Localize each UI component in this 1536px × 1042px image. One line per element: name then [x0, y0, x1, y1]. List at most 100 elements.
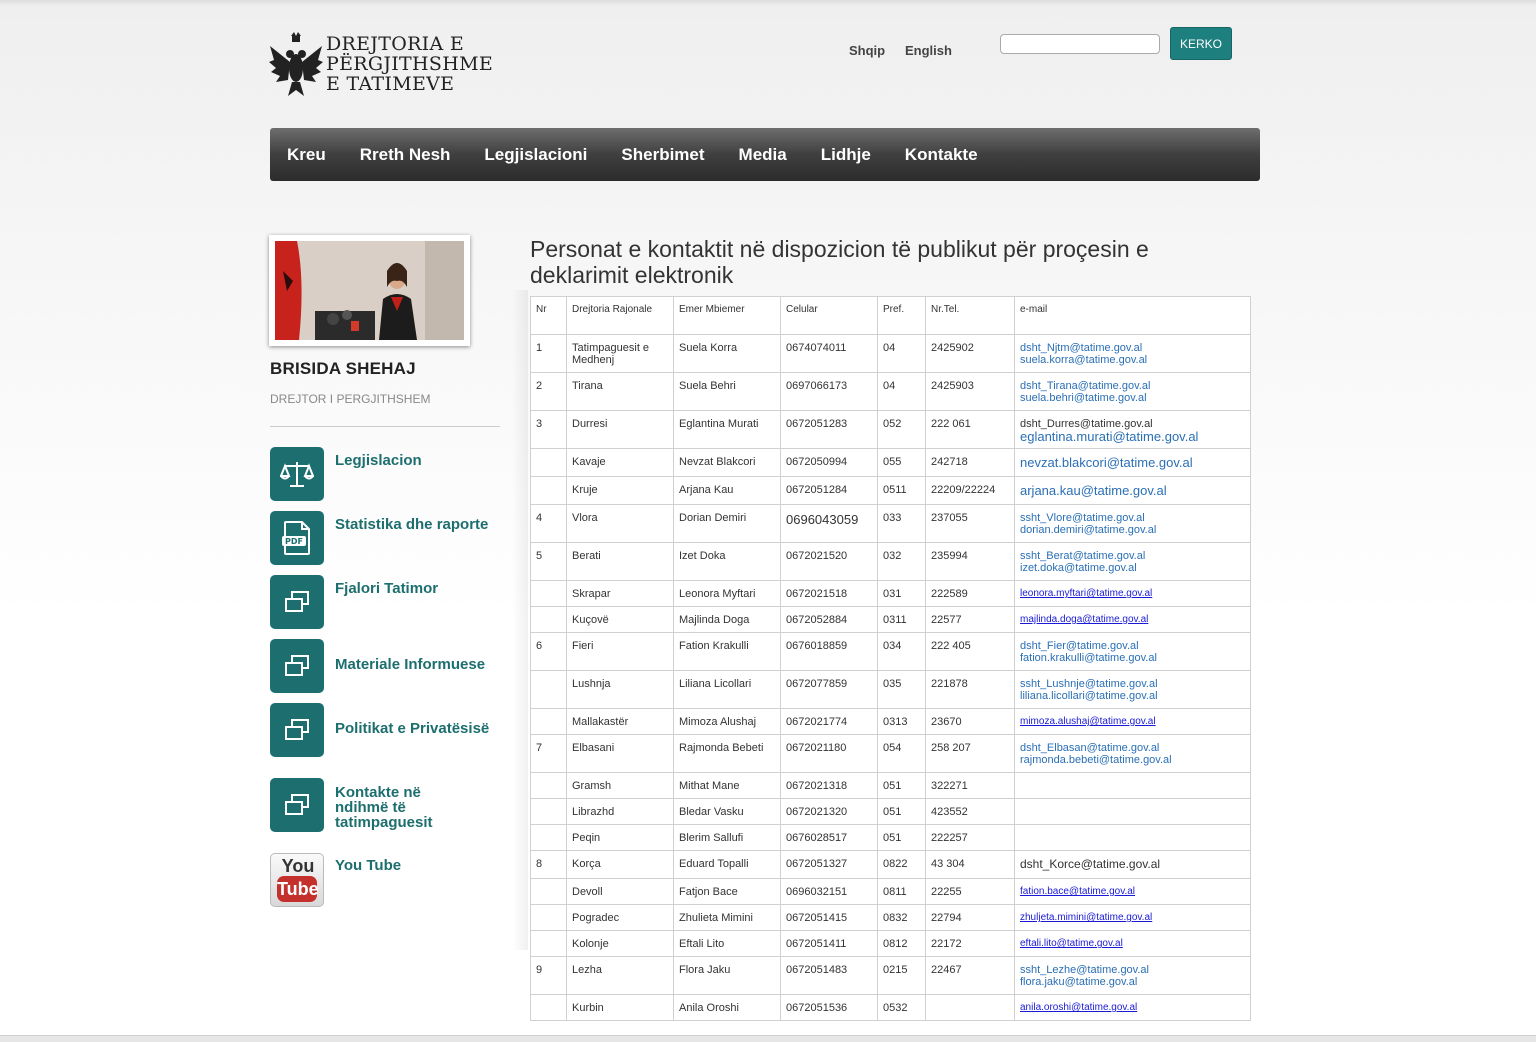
search-input[interactable]: [1000, 34, 1160, 54]
column-header: Drejtoria Rajonale: [566, 296, 674, 335]
nav-item-kontakte[interactable]: Kontakte: [905, 145, 978, 165]
column-header: Pref.: [877, 296, 926, 335]
lang-english-link[interactable]: English: [905, 43, 952, 58]
email-link[interactable]: ssht_Lushnje@tatime.gov.al: [1020, 678, 1245, 690]
email-link[interactable]: eftali.lito@tatime.gov.al: [1020, 938, 1245, 950]
cell-mobile: 0672077859: [780, 670, 878, 709]
sidebar-label-kontakte: Kontakte në ndihmë të tatimpaguesit: [335, 784, 433, 831]
cell-nr: 8: [530, 850, 567, 879]
sidebar-item-kontakte[interactable]: Kontakte në ndihmë të tatimpaguesit: [270, 778, 510, 834]
cell-email: anila.oroshi@tatime.gov.al: [1014, 994, 1251, 1021]
nav-item-legjislacioni[interactable]: Legjislacioni: [484, 145, 587, 165]
sidebar-item-legjislacion[interactable]: Legjislacion: [270, 447, 510, 503]
nav-item-sherbimet[interactable]: Sherbimet: [621, 145, 704, 165]
email-link[interactable]: suela.korra@tatime.gov.al: [1020, 354, 1245, 366]
email-link[interactable]: fation.bace@tatime.gov.al: [1020, 886, 1245, 898]
lang-shqip-link[interactable]: Shqip: [849, 43, 885, 58]
cell-region: Gramsh: [566, 772, 674, 799]
sidebar-item-materiale[interactable]: Materiale Informuese: [270, 639, 510, 695]
contacts-table-body: 1 Tatimpaguesit e Medhenj Suela Korra 06740…: [530, 334, 1251, 1021]
cell-name: Leonora Myftari: [673, 580, 781, 607]
cell-prefix: 051: [877, 798, 926, 825]
cell-prefix: 0811: [877, 878, 926, 905]
cell-email: dsht_Njtm@tatime.gov.al suela.korra@tatim…: [1014, 334, 1251, 373]
cell-mobile: 0672021774: [780, 708, 878, 735]
email-link[interactable]: dorian.demiri@tatime.gov.al: [1020, 524, 1245, 536]
youtube-tube-text: Tube: [277, 876, 319, 902]
email-link[interactable]: izet.doka@tatime.gov.al: [1020, 562, 1245, 574]
cell-region: Kruje: [566, 476, 674, 505]
email-link[interactable]: dsht_Elbasan@tatime.gov.al: [1020, 742, 1245, 754]
cell-mobile: 0696032151: [780, 878, 878, 905]
cell-nr: 5: [530, 542, 567, 581]
email-link[interactable]: rajmonda.bebeti@tatime.gov.al: [1020, 754, 1245, 766]
cell-phone: 2425903: [925, 372, 1015, 411]
cell-phone: 237055: [925, 504, 1015, 543]
cell-mobile: 0672051536: [780, 994, 878, 1021]
email-link[interactable]: fation.krakulli@tatime.gov.al: [1020, 652, 1245, 664]
cell-email: dsht_Durres@tatime.gov.al eglantina.murat…: [1014, 410, 1251, 449]
youtube-you-text: You: [281, 856, 315, 876]
cell-nr: [530, 798, 567, 825]
search-button[interactable]: KERKO: [1170, 27, 1232, 60]
cell-prefix: 033: [877, 504, 926, 543]
cell-region: Kolonje: [566, 930, 674, 957]
nav-item-rreth-nesh[interactable]: Rreth Nesh: [360, 145, 451, 165]
email-link[interactable]: dsht_Tirana@tatime.gov.al: [1020, 380, 1245, 392]
sidebar-item-fjalori[interactable]: Fjalori Tatimor: [270, 575, 510, 631]
director-photo-frame[interactable]: [269, 235, 470, 346]
cell-name: Zhulieta Mimini: [673, 904, 781, 931]
sidebar-item-statistika[interactable]: PDF Statistika dhe raporte: [270, 511, 510, 567]
cell-mobile: 0672051415: [780, 904, 878, 931]
email-link[interactable]: anila.oroshi@tatime.gov.al: [1020, 1002, 1245, 1014]
table-row: 4 Vlora Dorian Demiri 0696043059 033 237055 ss…: [530, 504, 1251, 543]
email-link[interactable]: dsht_Njtm@tatime.gov.al: [1020, 342, 1245, 354]
cell-nr: [530, 448, 567, 477]
email-link[interactable]: suela.behri@tatime.gov.al: [1020, 392, 1245, 404]
cell-email: fation.bace@tatime.gov.al: [1014, 878, 1251, 905]
svg-text:PDF: PDF: [285, 537, 303, 546]
site-logo[interactable]: DREJTORIA E PËRGJITHSHME E TATIMEVE: [268, 32, 508, 100]
cell-nr: 4: [530, 504, 567, 543]
email-link[interactable]: zhuljeta.mimini@tatime.gov.al: [1020, 912, 1245, 924]
cell-phone: 22794: [925, 904, 1015, 931]
email-link[interactable]: dsht_Korce@tatime.gov.al: [1020, 858, 1245, 870]
email-link[interactable]: leonora.myftari@tatime.gov.al: [1020, 588, 1245, 600]
email-link[interactable]: mimoza.alushaj@tatime.gov.al: [1020, 716, 1245, 728]
table-row: Mallakastër Mimoza Alushaj 0672021774 0313 2…: [530, 708, 1251, 735]
cell-mobile: 0676018859: [780, 632, 878, 671]
cell-mobile: 0672051283: [780, 410, 878, 449]
email-link[interactable]: eglantina.murati@tatime.gov.al: [1020, 430, 1245, 444]
sidebar-label-statistika: Statistika dhe raporte: [335, 516, 489, 533]
cell-mobile: 0674074011: [780, 334, 878, 373]
email-link[interactable]: liliana.licollari@tatime.gov.al: [1020, 690, 1245, 702]
cell-phone: 423552: [925, 798, 1015, 825]
table-row: Pogradec Zhulieta Mimini 0672051415 0832 227…: [530, 904, 1251, 931]
cell-region: Librazhd: [566, 798, 674, 825]
nav-item-kreu[interactable]: Kreu: [287, 145, 326, 165]
email-link[interactable]: dsht_Fier@tatime.gov.al: [1020, 640, 1245, 652]
cell-name: Eftali Lito: [673, 930, 781, 957]
nav-item-media[interactable]: Media: [739, 145, 787, 165]
cell-prefix: 035: [877, 670, 926, 709]
cell-phone: [925, 994, 1015, 1021]
cell-prefix: 04: [877, 372, 926, 411]
cell-mobile: 0672021180: [780, 734, 878, 773]
cell-name: Mithat Mane: [673, 772, 781, 799]
email-link[interactable]: arjana.kau@tatime.gov.al: [1020, 484, 1245, 498]
cell-mobile: 0696043059: [780, 504, 878, 543]
email-link[interactable]: ssht_Vlore@tatime.gov.al: [1020, 512, 1245, 524]
sidebar-item-youtube[interactable]: You Tube You Tube: [270, 853, 510, 909]
email-link[interactable]: ssht_Berat@tatime.gov.al: [1020, 550, 1245, 562]
nav-item-lidhje[interactable]: Lidhje: [821, 145, 871, 165]
sidebar-item-politikat[interactable]: Politikat e Privatësisë: [270, 703, 510, 759]
email-link[interactable]: nevzat.blakcori@tatime.gov.al: [1020, 456, 1245, 470]
email-link[interactable]: majlinda.doga@tatime.gov.al: [1020, 614, 1245, 626]
windows-icon: [270, 639, 324, 693]
cell-prefix: 054: [877, 734, 926, 773]
email-link[interactable]: flora.jaku@tatime.gov.al: [1020, 976, 1245, 988]
director-name: BRISIDA SHEHAJ: [270, 359, 416, 378]
cell-region: Skrapar: [566, 580, 674, 607]
logo-line-2: PËRGJITHSHME: [326, 53, 494, 75]
email-link[interactable]: ssht_Lezhe@tatime.gov.al: [1020, 964, 1245, 976]
